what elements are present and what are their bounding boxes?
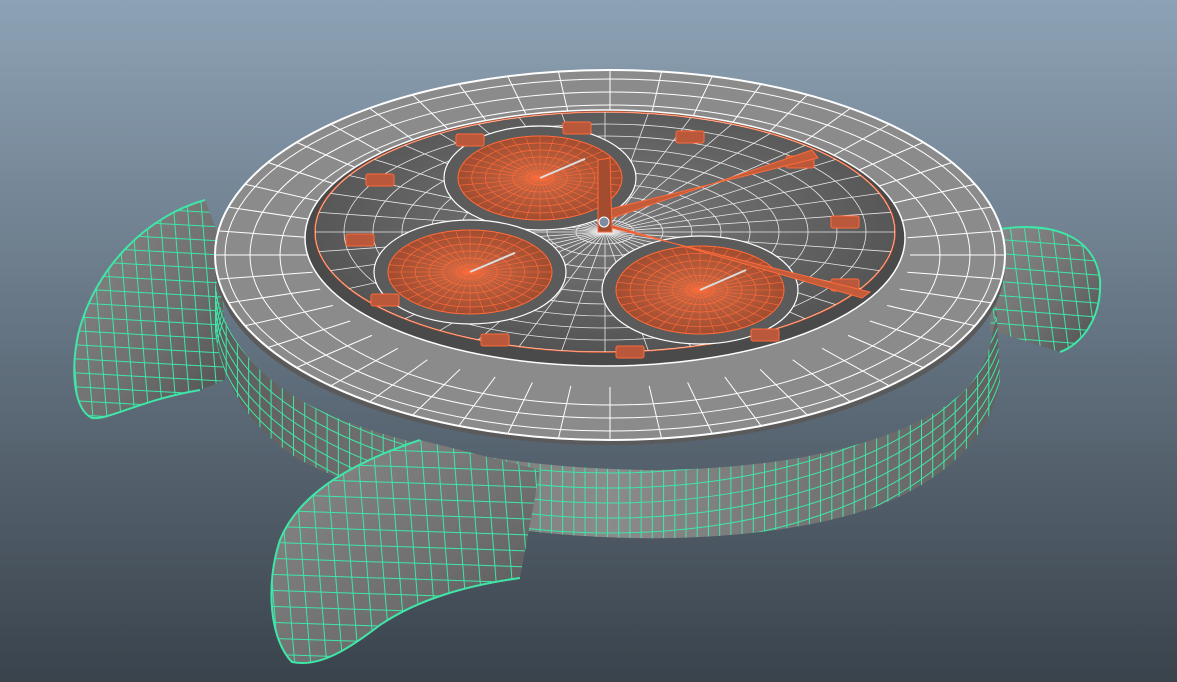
- hour-marker: [562, 121, 592, 135]
- hour-marker: [830, 215, 860, 229]
- 3d-viewport[interactable]: [0, 0, 1177, 682]
- hour-marker: [750, 328, 780, 342]
- scene-canvas[interactable]: [0, 0, 1177, 682]
- right-subdial[interactable]: [601, 235, 799, 345]
- hour-marker: [675, 130, 705, 144]
- hour-marker: [345, 233, 375, 247]
- hour-marker: [370, 293, 400, 307]
- center-pin: [598, 216, 610, 228]
- hour-marker: [480, 333, 510, 347]
- left-subdial[interactable]: [373, 219, 567, 325]
- hour-marker: [615, 345, 645, 359]
- hour-marker: [455, 133, 485, 147]
- hour-marker: [365, 173, 395, 187]
